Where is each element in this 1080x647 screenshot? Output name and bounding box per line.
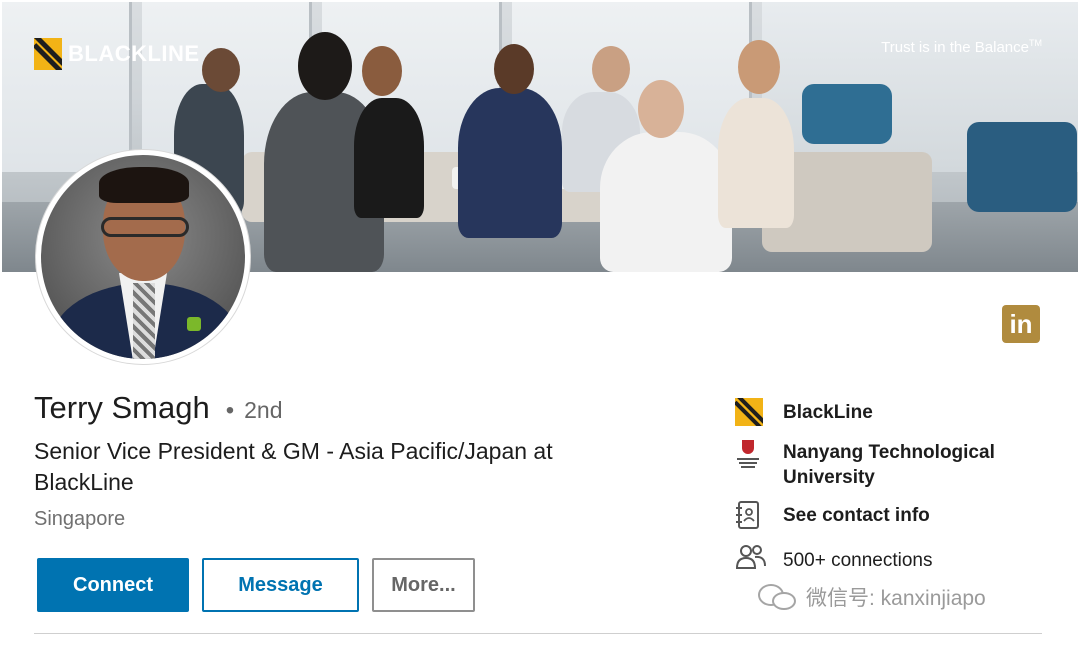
banner-tagline: Trust is in the BalanceTM [881,38,1042,56]
banner-chair [967,122,1077,212]
section-divider [34,633,1042,634]
blackline-icon [735,398,765,428]
ntu-crest-icon [735,440,765,470]
wechat-icon [758,582,798,612]
company-name: BlackLine [783,402,873,423]
banner-person-head [494,44,534,94]
blackline-logo-icon [34,38,62,70]
connections-count[interactable]: 500+ connections [735,542,932,573]
profile-name-row: Terry Smagh • 2nd [34,390,283,426]
tagline-text: Trust is in the Balance [881,39,1029,56]
school-name: Nanyang Technological University [783,442,995,488]
people-icon [735,542,766,572]
profile-location: Singapore [34,508,126,530]
avatar-photo [41,155,245,359]
banner-person-head [592,46,630,92]
connections-label: 500+ connections [783,550,933,571]
more-button[interactable]: More... [372,558,475,612]
banner-person-head [638,80,684,138]
profile-card: BLACKLINE Trust is in the BalanceTM in T… [0,0,1080,647]
profile-headline: Senior Vice President & GM - Asia Pacifi… [34,438,553,495]
connect-button[interactable]: Connect [37,558,189,612]
connection-degree: 2nd [244,397,283,423]
avatar-lapel-pin [187,317,201,331]
banner-person-head [362,46,402,96]
avatar-glasses [101,217,189,237]
banner-person [718,98,794,228]
message-button[interactable]: Message [202,558,359,612]
banner-person-head [298,32,352,100]
banner-window [2,2,132,172]
banner-person [600,132,732,272]
banner-person [458,88,562,238]
banner-person-head [738,40,780,94]
separator-dot: • [225,397,235,424]
contact-info-link[interactable]: See contact info [735,500,930,530]
avatar-hair [99,167,189,203]
avatar-tie [133,283,155,359]
watermark-text: 微信号: kanxinjiapo [806,587,986,610]
education-school[interactable]: Nanyang Technological University [735,440,1023,490]
linkedin-icon[interactable]: in [1002,305,1040,343]
banner-chair [802,84,892,144]
blackline-logo-text: BLACKLINE [68,41,200,66]
banner-person-head [202,48,240,92]
contact-info-label: See contact info [783,505,930,526]
banner-person [354,98,424,218]
blackline-logo: BLACKLINE [34,38,200,70]
address-book-icon [735,500,765,530]
trademark-mark: TM [1029,38,1042,48]
profile-avatar[interactable] [36,150,250,364]
profile-name: Terry Smagh [34,390,210,425]
wechat-watermark: 微信号: kanxinjiapo [758,582,986,612]
current-company[interactable]: BlackLine [735,398,873,428]
